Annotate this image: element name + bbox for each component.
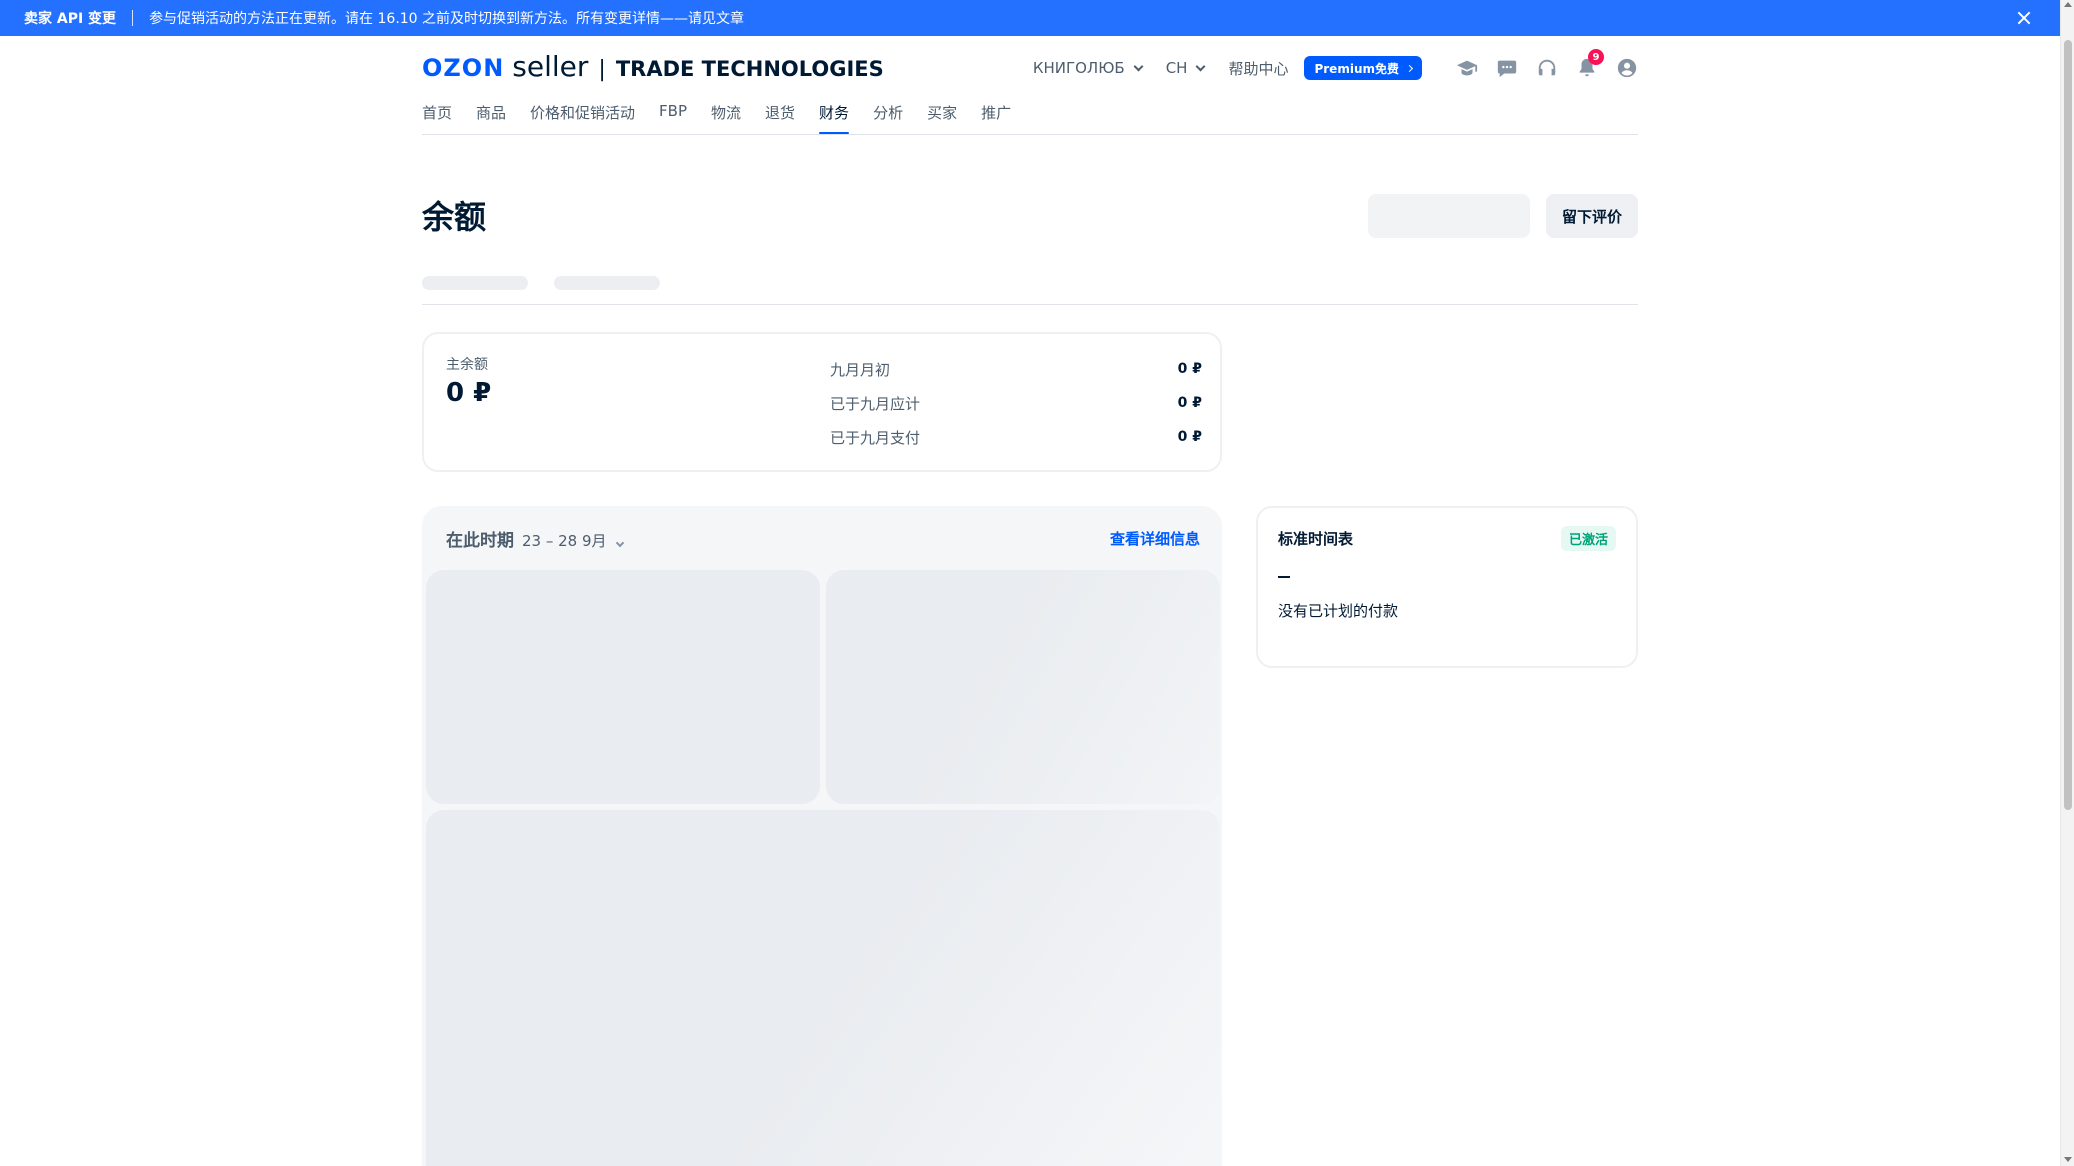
no-payments-text: 没有已计划的付款 bbox=[1278, 602, 1399, 620]
scrollbar-thumb[interactable] bbox=[2064, 40, 2072, 810]
nav-item-buyers[interactable]: 买家 bbox=[927, 102, 957, 134]
balance-row-value: 0 ₽ bbox=[1177, 361, 1202, 377]
banner-tag: 卖家 API 变更 bbox=[24, 11, 117, 27]
main-nav: 首页 商品 价格和促销活动 FBP 物流 退货 财务 分析 买家 推广 bbox=[422, 102, 1035, 134]
balance-row: 已于九月应计 0 ₽ bbox=[830, 386, 1202, 420]
balance-row-value: 0 ₽ bbox=[1177, 429, 1202, 445]
logo[interactable]: OZON seller | TRADE TECHNOLOGIES bbox=[422, 50, 884, 83]
logo-seller: seller bbox=[512, 50, 589, 83]
balance-row-label: 已于九月支付 bbox=[830, 428, 921, 447]
nav-item-analytics[interactable]: 分析 bbox=[873, 102, 903, 134]
balance-breakdown: 九月月初 0 ₽ 已于九月应计 0 ₽ 已于九月支付 0 ₽ bbox=[830, 352, 1202, 454]
nav-item-finance[interactable]: 财务 bbox=[819, 102, 850, 134]
balance-row-label: 已于九月应计 bbox=[830, 394, 921, 413]
logo-trade-technologies: TRADE TECHNOLOGIES bbox=[615, 57, 884, 81]
chat-icon[interactable] bbox=[1496, 57, 1518, 79]
page-title: 余额 bbox=[422, 198, 487, 236]
scroll-down-icon[interactable] bbox=[2064, 1157, 2072, 1162]
nav-item-logistics[interactable]: 物流 bbox=[711, 102, 741, 134]
leave-review-button[interactable]: 留下评价 bbox=[1546, 194, 1638, 238]
notification-count-badge: 9 bbox=[1588, 49, 1604, 65]
user-icon[interactable] bbox=[1616, 57, 1638, 79]
period-card: 在此时期 23 – 28 9月 查看详细信息 bbox=[422, 506, 1222, 1166]
balance-row: 九月月初 0 ₽ bbox=[830, 352, 1202, 386]
empty-dash bbox=[1278, 576, 1290, 578]
close-icon[interactable] bbox=[2014, 8, 2034, 28]
bell-icon[interactable]: 9 bbox=[1576, 49, 1604, 79]
main-balance-label: 主余额 bbox=[446, 357, 488, 373]
premium-button[interactable]: Premium免费 bbox=[1304, 56, 1422, 80]
headset-icon[interactable] bbox=[1536, 57, 1558, 79]
status-badge: 已激活 bbox=[1560, 526, 1616, 551]
balance-row-label: 九月月初 bbox=[830, 360, 891, 379]
nav-item-fbp[interactable]: FBP bbox=[659, 102, 687, 134]
nav-item-products[interactable]: 商品 bbox=[476, 102, 506, 134]
help-center-link[interactable]: 帮助中心 bbox=[1228, 58, 1288, 79]
loading-placeholder bbox=[426, 810, 1220, 1166]
scrollbar[interactable] bbox=[2060, 0, 2074, 1166]
banner-message[interactable]: 参与促销活动的方法正在更新。请在 16.10 之前及时切换到新方法。所有变更详情… bbox=[149, 8, 744, 28]
chevron-down-icon bbox=[615, 538, 624, 548]
schedule-title: 标准时间表 bbox=[1278, 530, 1354, 548]
loading-placeholder bbox=[1368, 194, 1530, 238]
nav-item-prices-promotions[interactable]: 价格和促销活动 bbox=[530, 102, 635, 134]
nav-item-home[interactable]: 首页 bbox=[422, 102, 452, 134]
tabs-divider bbox=[422, 304, 1638, 305]
balance-row: 已于九月支付 0 ₽ bbox=[830, 420, 1202, 454]
company-select-label: КНИГОЛЮБ bbox=[1032, 59, 1125, 77]
loading-tab-placeholder bbox=[422, 276, 528, 290]
language-select-label: CH bbox=[1165, 59, 1188, 77]
chevron-right-icon bbox=[1405, 64, 1414, 72]
loading-tab-placeholder bbox=[554, 276, 660, 290]
main-balance-value: 0 ₽ bbox=[446, 378, 492, 408]
nav-item-returns[interactable]: 退货 bbox=[765, 102, 795, 134]
chevron-down-icon bbox=[1196, 61, 1206, 71]
period-title: 在此时期 bbox=[446, 531, 514, 551]
logo-ozon: OZON bbox=[422, 54, 505, 82]
header-actions: КНИГОЛЮБ CH 帮助中心 Premium免费 9 bbox=[1032, 49, 1638, 86]
premium-label: Premium免费 bbox=[1314, 61, 1399, 76]
logo-divider: | bbox=[598, 57, 606, 82]
nav-divider bbox=[422, 134, 1638, 135]
balance-row-value: 0 ₽ bbox=[1177, 395, 1202, 411]
company-select[interactable]: КНИГОЛЮБ bbox=[1032, 59, 1144, 77]
loading-placeholder bbox=[426, 570, 820, 804]
announcement-banner: 卖家 API 变更 参与促销活动的方法正在更新。请在 16.10 之前及时切换到… bbox=[0, 0, 2060, 36]
scroll-up-icon[interactable] bbox=[2064, 2, 2072, 7]
period-select[interactable]: 在此时期 23 – 28 9月 bbox=[446, 526, 624, 551]
nav-item-promotion[interactable]: 推广 bbox=[981, 102, 1011, 134]
graduation-cap-icon[interactable] bbox=[1456, 57, 1478, 79]
language-select[interactable]: CH bbox=[1165, 59, 1206, 77]
balance-card: 主余额 0 ₽ 九月月初 0 ₽ 已于九月应计 0 ₽ 已于九月支付 0 ₽ bbox=[422, 332, 1222, 472]
view-details-link[interactable]: 查看详细信息 bbox=[1110, 528, 1200, 549]
loading-placeholder bbox=[826, 570, 1220, 804]
chevron-down-icon bbox=[1133, 61, 1144, 71]
banner-divider bbox=[132, 10, 134, 26]
header: OZON seller | TRADE TECHNOLOGIES КНИГОЛЮ… bbox=[422, 36, 1638, 134]
period-dates: 23 – 28 9月 bbox=[522, 532, 607, 550]
payment-schedule-card: 标准时间表 已激活 没有已计划的付款 bbox=[1256, 506, 1638, 668]
